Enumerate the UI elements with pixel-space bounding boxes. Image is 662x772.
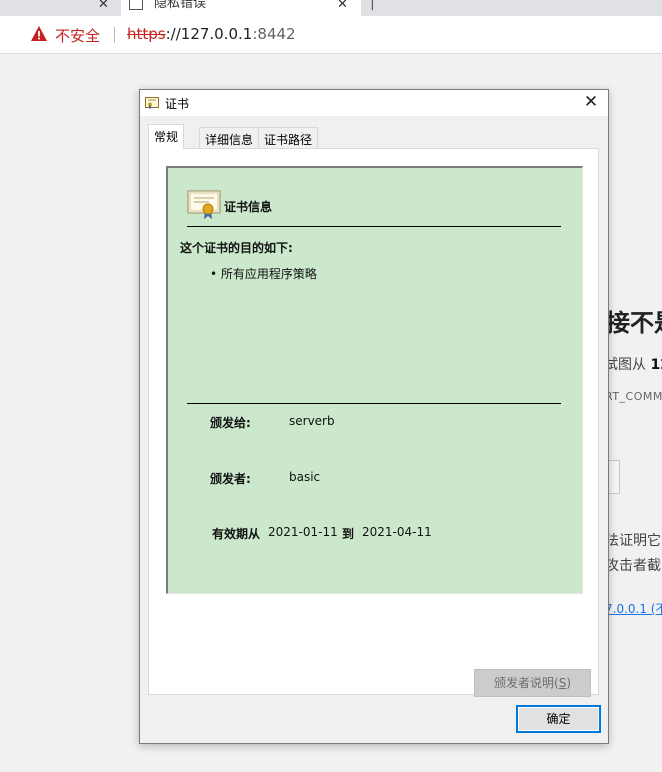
error-code: RT_COMM [605,390,662,403]
address-bar[interactable]: 不安全 https://127.0.0.1:8442 [0,16,662,54]
url-port: :8442 [252,25,296,43]
error-description: 试图从 12 [604,354,662,374]
ok-button[interactable]: 确定 [516,705,601,733]
certificate-dialog: 证书 ✕ 常规 详细信息 证书路径 证书信息 这个证书的目的如下: • 所有应用… [139,89,609,744]
close-icon[interactable]: ✕ [582,93,600,111]
issuer-statement-suffix: ) [566,676,571,690]
error-detail-line: 攻击者截 [605,558,661,574]
certificate-info-box: 证书信息 这个证书的目的如下: • 所有应用程序策略 颁发给: serverb … [166,166,583,594]
error-description-host: 12 [650,357,662,373]
certificate-icon [145,97,159,109]
url-host: ://127.0.0.1 [165,25,253,43]
tab-details[interactable]: 详细信息 [199,127,260,149]
error-description-text: 试图从 [604,357,651,373]
issued-to-label: 颁发给: [210,416,251,430]
tab-label: 常规 [154,130,179,144]
dialog-title: 证书 [165,97,190,111]
issued-to-value: serverb [289,414,335,428]
page-favicon-icon [129,0,143,10]
url-scheme: https [127,25,166,43]
warning-icon[interactable] [30,25,48,43]
general-tab-panel: 证书信息 这个证书的目的如下: • 所有应用程序策略 颁发给: serverb … [148,148,599,697]
error-detail-line: 法证明它 [605,533,661,549]
certificate-icon [187,190,221,219]
tab-strip: ✕ 隐私错误 ✕ | [0,0,662,16]
browser-tab-title: 隐私错误 [154,0,207,11]
divider [187,226,561,227]
dialog-titlebar[interactable]: 证书 ✕ [140,90,608,116]
tab-certification-path[interactable]: 证书路径 [258,127,319,149]
error-heading: 接不是 [606,309,662,337]
purpose-item: • 所有应用程序策略 [210,267,317,281]
new-tab-icon[interactable]: | [370,0,375,11]
valid-to-label: 到 [342,527,355,541]
issuer-statement-button[interactable]: 颁发者说明(S) [474,669,591,697]
tab-general[interactable]: 常规 [148,124,185,149]
valid-to-value: 2021-04-11 [362,525,432,539]
url-text[interactable]: https://127.0.0.1:8442 [127,25,296,43]
proceed-link[interactable]: 7.0.0.1 (不安 [605,600,662,617]
issuer-statement-label: 颁发者说明( [494,676,559,690]
close-icon[interactable]: ✕ [337,0,348,12]
tab-label: 证书路径 [264,133,313,147]
purpose-heading: 这个证书的目的如下: [180,241,293,255]
tab-label: 详细信息 [205,133,254,147]
valid-from-label: 有效期从 [212,527,261,541]
divider [114,27,115,43]
not-secure-label[interactable]: 不安全 [55,25,100,46]
divider [187,403,561,404]
issued-by-label: 颁发者: [210,472,251,486]
valid-from-value: 2021-01-11 [268,525,338,539]
certificate-info-heading: 证书信息 [224,200,273,214]
issued-by-value: basic [289,470,321,484]
close-icon[interactable]: ✕ [98,0,109,12]
